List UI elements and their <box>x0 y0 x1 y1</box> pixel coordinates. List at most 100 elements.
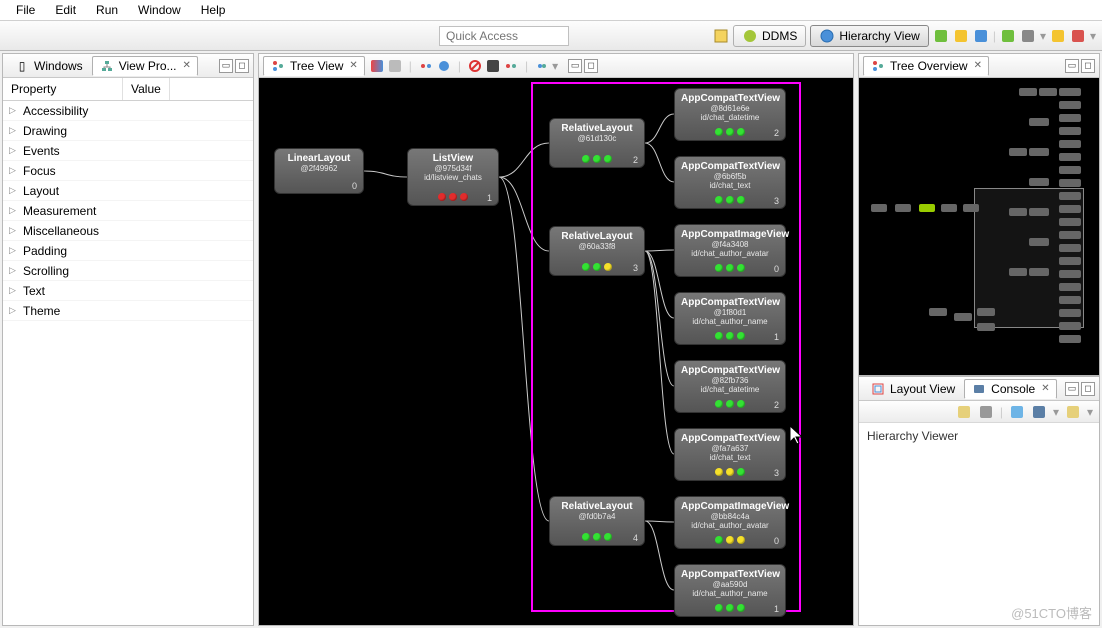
property-row[interactable]: ▷Focus <box>3 161 253 181</box>
tree-view-panel: Tree View ✕ | | | ▾ ▭◻ LinearLayout@2f49… <box>258 53 854 626</box>
menu-help[interactable]: Help <box>191 1 236 19</box>
perspective-ddms-label: DDMS <box>762 29 797 43</box>
tree-node[interactable]: AppCompatTextView@8d61e6eid/chat_datetim… <box>674 88 786 141</box>
device-icon: ▯ <box>14 58 30 74</box>
maximize-icon[interactable]: ◻ <box>235 59 249 73</box>
tool-icon-2[interactable] <box>953 28 969 44</box>
tab-tree-overview[interactable]: Tree Overview ✕ <box>863 56 989 76</box>
expand-icon[interactable]: ▷ <box>9 185 19 196</box>
tab-view-properties[interactable]: View Pro... ✕ <box>92 56 198 76</box>
expand-icon[interactable]: ▷ <box>9 145 19 156</box>
tab-windows[interactable]: ▯ Windows <box>7 56 90 76</box>
tree-node[interactable]: AppCompatTextView@6b6f5bid/chat_text3 <box>674 156 786 209</box>
expand-icon[interactable]: ▷ <box>9 245 19 256</box>
tool-icon-1[interactable] <box>933 28 949 44</box>
tree-node[interactable]: AppCompatImageView@bb84c4aid/chat_author… <box>674 496 786 549</box>
perspective-ddms-button[interactable]: DDMS <box>733 25 806 47</box>
property-name: Text <box>23 284 45 298</box>
tree-canvas[interactable]: LinearLayout@2f499620 ListView@975d34fid/… <box>259 78 853 625</box>
console-tabstrip: Layout View Console ✕ ▭◻ <box>859 377 1099 401</box>
quick-access-input[interactable] <box>439 26 569 46</box>
property-row[interactable]: ▷Layout <box>3 181 253 201</box>
overview-canvas[interactable] <box>859 78 1099 375</box>
console-output: Hierarchy Viewer <box>859 423 1099 449</box>
menu-file[interactable]: File <box>6 1 45 19</box>
target-icon[interactable] <box>485 58 501 74</box>
minimize-icon[interactable]: ▭ <box>568 59 582 73</box>
display-icon[interactable] <box>1031 404 1047 420</box>
tree-node[interactable]: ListView@975d34fid/listview_chats1 <box>407 148 499 206</box>
tab-layout-view[interactable]: Layout View <box>863 379 962 399</box>
palette-icon[interactable] <box>503 58 519 74</box>
tool-icon-4[interactable] <box>1000 28 1016 44</box>
maximize-icon[interactable]: ◻ <box>1081 59 1095 73</box>
tab-console[interactable]: Console ✕ <box>964 379 1056 399</box>
expand-icon[interactable]: ▷ <box>9 265 19 276</box>
tool-icon-3[interactable] <box>973 28 989 44</box>
clear-icon[interactable] <box>956 404 972 420</box>
close-icon[interactable]: ✕ <box>349 60 357 71</box>
property-row[interactable]: ▷Events <box>3 141 253 161</box>
tree-node[interactable]: RelativeLayout@60a33f83 <box>549 226 645 276</box>
tab-tree-view[interactable]: Tree View ✕ <box>263 56 365 76</box>
expand-icon[interactable]: ▷ <box>9 105 19 116</box>
tool-icon-7[interactable] <box>1070 28 1086 44</box>
profile-icon[interactable] <box>534 58 550 74</box>
expand-icon[interactable]: ▷ <box>9 285 19 296</box>
column-property[interactable]: Property <box>3 78 123 100</box>
column-value[interactable]: Value <box>123 78 170 100</box>
tree-node[interactable]: LinearLayout@2f499620 <box>274 148 364 194</box>
menu-edit[interactable]: Edit <box>45 1 86 19</box>
maximize-icon[interactable]: ◻ <box>1081 382 1095 396</box>
console-toolbar: | ▾ ▾ <box>859 401 1099 423</box>
close-icon[interactable]: ✕ <box>974 60 982 71</box>
menu-run[interactable]: Run <box>86 1 128 19</box>
menu-bar: File Edit Run Window Help <box>0 0 1102 21</box>
pin-icon[interactable] <box>1009 404 1025 420</box>
perspective-hierarchy-button[interactable]: Hierarchy View <box>810 25 928 47</box>
tree-node[interactable]: AppCompatTextView@1f80d1id/chat_author_n… <box>674 292 786 345</box>
property-name: Theme <box>23 304 60 318</box>
property-row[interactable]: ▷ Padding <box>3 241 253 261</box>
globe-icon <box>819 28 835 44</box>
open-console-icon[interactable] <box>1065 404 1081 420</box>
expand-icon[interactable]: ▷ <box>9 225 19 236</box>
lock-icon[interactable] <box>978 404 994 420</box>
save-icon[interactable] <box>387 58 403 74</box>
minimize-icon[interactable]: ▭ <box>1065 382 1079 396</box>
tree-node[interactable]: AppCompatTextView@fa7a637id/chat_text3 <box>674 428 786 481</box>
minimize-icon[interactable]: ▭ <box>1065 59 1079 73</box>
property-row[interactable]: ▷Scrolling <box>3 261 253 281</box>
property-row[interactable]: ▷Measurement <box>3 201 253 221</box>
property-name: Miscellaneous <box>23 224 99 238</box>
property-row[interactable]: ▷Drawing <box>3 121 253 141</box>
maximize-icon[interactable]: ◻ <box>584 59 598 73</box>
property-row[interactable]: ▷ Theme <box>3 301 253 321</box>
open-perspective-icon[interactable] <box>713 28 729 44</box>
expand-icon[interactable]: ▷ <box>9 305 19 316</box>
expand-icon[interactable]: ▷ <box>9 165 19 176</box>
expand-icon[interactable]: ▷ <box>9 205 19 216</box>
tool-icon-6[interactable] <box>1050 28 1066 44</box>
property-row[interactable]: ▷ Miscellaneous <box>3 221 253 241</box>
property-name: Padding <box>23 244 67 258</box>
tree-node[interactable]: RelativeLayout@61d130c2 <box>549 118 645 168</box>
main-toolbar: DDMS Hierarchy View | ▾ ▾ <box>0 21 1102 51</box>
globe-icon[interactable] <box>436 58 452 74</box>
tree-node[interactable]: AppCompatTextView@aa590did/chat_author_n… <box>674 564 786 617</box>
close-icon[interactable]: ✕ <box>1041 383 1049 394</box>
tree-node[interactable]: RelativeLayout@fd0b7a44 <box>549 496 645 546</box>
property-row[interactable]: ▷ Text <box>3 281 253 301</box>
property-row[interactable]: ▷Accessibility <box>3 101 253 121</box>
tree-node[interactable]: AppCompatImageView@f4a3408id/chat_author… <box>674 224 786 277</box>
tree-node[interactable]: AppCompatTextView@82fb736id/chat_datetim… <box>674 360 786 413</box>
expand-icon[interactable]: ▷ <box>9 125 19 136</box>
close-icon[interactable]: ✕ <box>183 60 191 71</box>
tree-tabstrip: Tree View ✕ | | | ▾ ▭◻ <box>259 54 853 78</box>
menu-window[interactable]: Window <box>128 1 191 19</box>
minimize-icon[interactable]: ▭ <box>219 59 233 73</box>
layers-icon[interactable] <box>418 58 434 74</box>
capture-icon[interactable] <box>369 58 385 74</box>
stop-icon[interactable] <box>467 58 483 74</box>
tool-icon-5[interactable] <box>1020 28 1036 44</box>
